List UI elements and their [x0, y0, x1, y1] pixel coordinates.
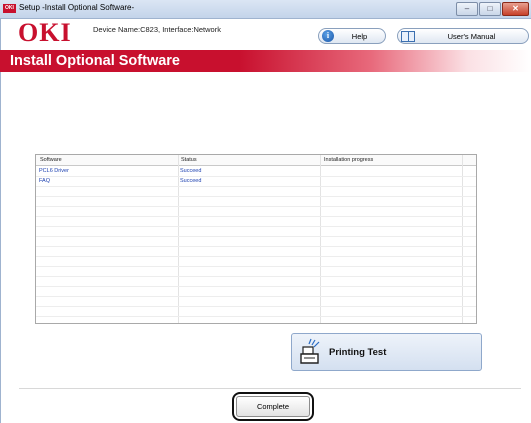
column-divider — [320, 155, 321, 323]
row-divider — [36, 296, 476, 297]
window-left-border — [0, 19, 1, 423]
row-divider — [36, 196, 476, 197]
info-icon: i — [322, 30, 334, 42]
row-divider — [36, 286, 476, 287]
printing-test-label: Printing Test — [329, 347, 387, 358]
footer-divider — [19, 388, 521, 389]
row-divider — [36, 226, 476, 227]
install-status: Succeed — [180, 178, 202, 184]
row-divider — [36, 176, 476, 177]
row-divider — [36, 256, 476, 257]
maximize-button[interactable]: □ — [479, 2, 501, 16]
software-name: FAQ — [39, 178, 51, 184]
row-divider — [36, 216, 476, 217]
column-header-progress: Installation progress — [324, 157, 374, 163]
oki-app-icon: OKI — [3, 4, 16, 13]
book-icon — [401, 30, 415, 42]
oki-logo: OKI — [18, 18, 72, 47]
column-divider — [462, 155, 463, 323]
row-divider — [36, 316, 476, 317]
users-manual-label: User's Manual — [447, 31, 496, 41]
row-divider — [36, 266, 476, 267]
table-header: Software Status Installation progress — [36, 155, 476, 166]
window-title-bar: OKI Setup -Install Optional Software- – … — [0, 0, 531, 19]
close-button[interactable]: ✕ — [502, 2, 529, 16]
device-info: Device Name:C823, Interface:Network — [93, 25, 221, 34]
row-divider — [36, 306, 476, 307]
column-divider — [178, 155, 179, 323]
users-manual-button[interactable]: User's Manual — [397, 28, 529, 44]
page-title: Install Optional Software — [10, 53, 180, 69]
row-divider — [36, 236, 476, 237]
row-divider — [36, 206, 476, 207]
row-divider — [36, 276, 476, 277]
printer-icon — [300, 338, 320, 364]
window-title: Setup -Install Optional Software- — [19, 3, 135, 12]
column-header-status: Status — [181, 157, 197, 163]
printing-test-button[interactable]: Printing Test — [291, 333, 482, 371]
help-button[interactable]: i Help — [318, 28, 386, 44]
software-name: PCL6 Driver — [39, 168, 69, 174]
software-table: Software Status Installation progress PC… — [35, 154, 477, 324]
help-label: Help — [351, 31, 368, 41]
page-banner: Install Optional Software — [0, 50, 531, 72]
complete-button[interactable]: Complete — [236, 396, 310, 417]
install-status: Succeed — [180, 168, 202, 174]
minimize-button[interactable]: – — [456, 2, 478, 16]
row-divider — [36, 186, 476, 187]
row-divider — [36, 246, 476, 247]
column-header-software: Software — [40, 157, 62, 163]
